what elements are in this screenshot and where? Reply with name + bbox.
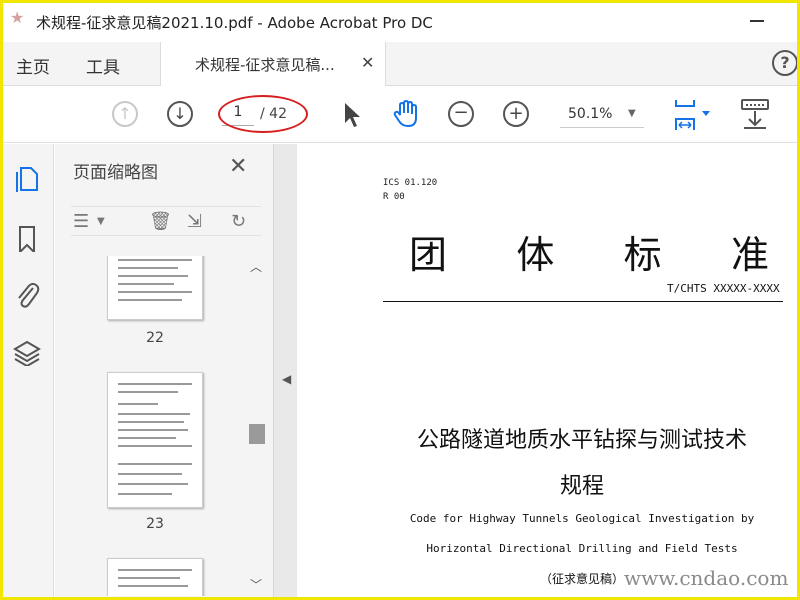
header-rule — [383, 301, 783, 302]
document-page: ICS 01.120 R 00 团 体 标 准 T/CHTS XXXXX-XXX… — [297, 144, 800, 600]
english-title-line2: Horizontal Directional Drilling and Fiel… — [426, 542, 738, 555]
thumbnail-panel: 页面缩略图 ✕ ☰ ▼ 🗑 ⇲ ↻ 22 23 ︿ ﹀ — [55, 144, 273, 600]
left-navigation-strip — [0, 144, 54, 600]
trash-icon[interactable]: 🗑 — [149, 211, 172, 232]
cursor-arrow-icon[interactable] — [342, 101, 362, 129]
r-code: R 00 — [383, 192, 405, 202]
document-title-line1: 公路隧道地质水平钻探与测试技术 — [416, 428, 747, 453]
thumbnail-tools: ☰ ▼ 🗑 ⇲ ↻ — [71, 206, 261, 236]
thumbnail-page-23[interactable] — [107, 372, 203, 508]
chevron-down-icon[interactable]: ▼ — [97, 216, 105, 227]
close-tab-icon[interactable]: ✕ — [361, 53, 374, 72]
hand-tool-icon[interactable] — [392, 99, 422, 129]
tab-home[interactable]: 主页 — [16, 53, 50, 78]
title-bar: ★ 术规程-征求意见稿2021.10.pdf - Adobe Acrobat P… — [0, 0, 800, 42]
tab-bar: 主页 工具 术规程-征求意见稿... ✕ ? — [0, 42, 800, 86]
window-title: 术规程-征求意见稿2021.10.pdf - Adobe Acrobat Pro… — [36, 14, 433, 32]
tab-document[interactable]: 术规程-征求意见稿... ✕ — [160, 42, 386, 86]
standard-type-char: 准 — [730, 233, 769, 277]
thumbnail-list: 22 23 — [55, 256, 251, 596]
toolbar: ↑ ↓ 1 / 42 − + 50.1% ▼ — [0, 87, 800, 143]
zoom-out-button[interactable]: − — [448, 101, 474, 127]
english-title-line1: Code for Highway Tunnels Geological Inve… — [409, 512, 755, 525]
close-panel-icon[interactable]: ✕ — [229, 154, 247, 179]
prev-page-button[interactable]: ↑ — [112, 101, 138, 127]
minus-circle-icon: − — [453, 102, 469, 123]
zoom-select[interactable]: 50.1% ▼ — [560, 104, 644, 128]
tab-document-label: 术规程-征求意见稿... — [195, 56, 335, 74]
zoom-value: 50.1% — [568, 106, 613, 122]
standard-type-char: 体 — [516, 233, 555, 277]
standard-type-title: 团 体 标 准 — [409, 224, 769, 279]
bookmark-icon[interactable] — [13, 224, 41, 252]
tab-tools[interactable]: 工具 — [86, 53, 120, 78]
standard-type-char: 标 — [623, 233, 662, 277]
rotate-icon[interactable]: ↻ — [231, 211, 246, 232]
thumbnail-page-number: 23 — [146, 516, 164, 532]
thumbnail-page-24[interactable] — [107, 558, 203, 596]
collapse-panel-icon[interactable]: ◀ — [282, 372, 291, 386]
plus-circle-icon: + — [508, 103, 524, 124]
standard-type-char: 团 — [409, 233, 448, 277]
help-icon[interactable]: ? — [772, 50, 798, 76]
scroll-up-icon[interactable]: ︿ — [250, 258, 262, 275]
extract-pages-icon[interactable]: ⇲ — [187, 211, 202, 232]
next-page-button[interactable]: ↓ — [167, 101, 193, 127]
page-thumbnails-icon[interactable] — [13, 164, 41, 192]
highlight-ellipse — [218, 95, 308, 133]
standard-number: T/CHTS XXXXX-XXXX — [667, 282, 780, 295]
thumbnail-scrollbar[interactable]: ︿ ﹀ — [247, 256, 265, 596]
panel-splitter[interactable]: ◀ — [273, 144, 297, 600]
layers-icon[interactable] — [13, 338, 41, 366]
arrow-up-circle-icon: ↑ — [118, 104, 132, 123]
read-mode-icon[interactable] — [740, 97, 772, 131]
scroll-down-icon[interactable]: ﹀ — [250, 576, 262, 593]
document-title-line2: 规程 — [559, 474, 604, 499]
panel-title: 页面缩略图 — [73, 163, 158, 183]
watermark: www.cndao.com — [624, 566, 789, 590]
attachment-icon[interactable] — [13, 280, 41, 308]
ics-code: ICS 01.120 — [383, 178, 438, 188]
minimize-button[interactable] — [750, 20, 764, 22]
arrow-down-circle-icon: ↓ — [173, 104, 187, 123]
scrollbar-thumb[interactable] — [249, 424, 265, 444]
options-menu-icon[interactable]: ☰ — [73, 211, 89, 232]
zoom-in-button[interactable]: + — [503, 101, 529, 127]
chevron-down-icon: ▼ — [628, 108, 636, 119]
fit-page-icon[interactable] — [672, 97, 714, 133]
thumbnail-page-22[interactable] — [107, 256, 203, 320]
thumbnail-page-number: 22 — [146, 330, 164, 346]
